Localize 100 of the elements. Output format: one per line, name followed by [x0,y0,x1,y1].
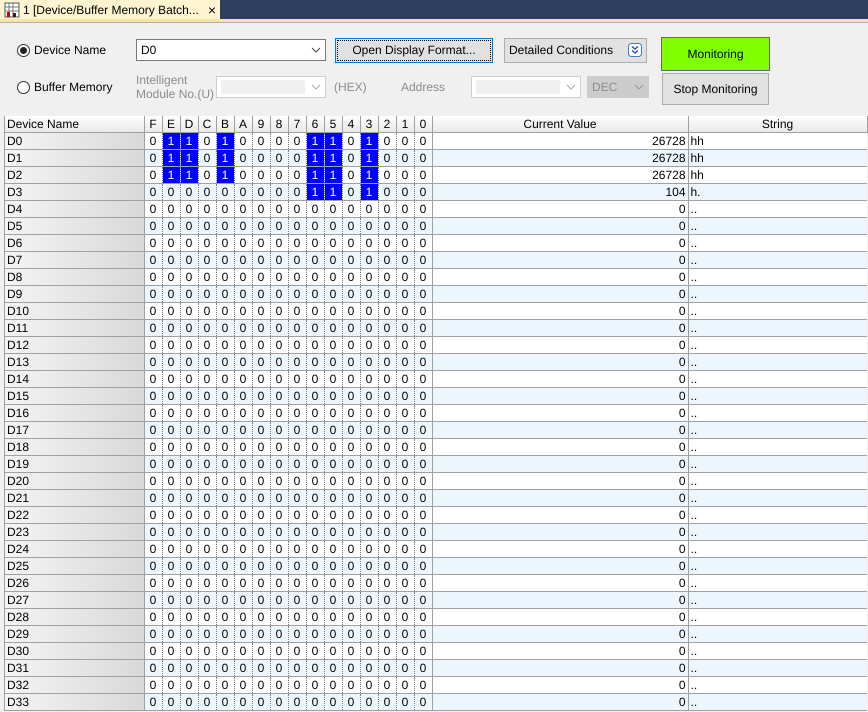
column-header: 5 [324,116,342,132]
bit-cell: 0 [252,506,270,524]
bit-cell: 0 [198,490,216,506]
string-cell: .. [688,438,867,456]
bit-cell: 0 [396,132,414,150]
bit-cell: 0 [324,370,342,388]
bit-cell: 0 [342,166,360,184]
bit-cell: 0 [414,132,432,150]
bit-cell: 0 [270,320,288,336]
string-cell: .. [688,252,867,268]
bit-cell: 0 [180,642,198,660]
bit-cell: 0 [324,422,342,438]
bit-cell: 0 [288,302,306,320]
close-button[interactable]: × [208,2,216,16]
bit-cell: 0 [162,218,180,234]
bit-cell: 0 [234,422,252,438]
device-name-cell: D0 [5,132,144,150]
bit-cell: 0 [270,608,288,626]
string-cell: .. [688,302,867,320]
bit-cell: 0 [414,608,432,626]
bit-cell: 0 [288,626,306,642]
bit-cell: 0 [396,456,414,472]
bit-cell: 0 [252,336,270,354]
bit-cell: 0 [306,234,324,252]
string-cell: hh [688,166,867,184]
bit-cell: 0 [162,540,180,558]
document-tab[interactable]: 1 [Device/Buffer Memory Batch... × [0,0,220,19]
bit-cell: 0 [342,676,360,694]
bit-cell: 0 [414,540,432,558]
bit-cell: 0 [306,218,324,234]
bit-cell: 0 [162,388,180,404]
bit-cell: 0 [252,404,270,422]
bit-cell: 0 [360,456,378,472]
bit-cell: 0 [288,472,306,490]
bit-cell: 0 [342,286,360,302]
string-cell: .. [688,320,867,336]
bit-cell: 0 [234,354,252,370]
bit-cell: 0 [270,286,288,302]
bit-cell: 0 [342,302,360,320]
column-header: 4 [342,116,360,132]
radio-label: Buffer Memory [34,80,112,94]
radio-button[interactable] [17,80,30,94]
bit-cell: 0 [360,472,378,490]
bit-cell: 0 [342,524,360,540]
bit-cell: 0 [306,694,324,710]
bit-cell: 0 [396,592,414,608]
bit-cell: 0 [288,642,306,660]
bit-cell: 0 [360,438,378,456]
device-name-cell: D25 [5,558,144,574]
bit-cell: 0 [396,388,414,404]
bit-cell: 0 [396,218,414,234]
bit-cell: 0 [342,540,360,558]
bit-cell: 0 [324,540,342,558]
bit-cell: 0 [162,354,180,370]
bit-cell: 0 [234,456,252,472]
bit-cell: 0 [216,456,234,472]
radio-button[interactable] [17,44,30,56]
column-header: 7 [288,116,306,132]
bit-cell: 0 [396,320,414,336]
bit-cell: 0 [216,574,234,592]
bit-cell: 0 [306,268,324,286]
bit-cell: 0 [234,438,252,456]
bit-cell: 0 [378,132,396,150]
bit-cell: 0 [234,608,252,626]
bit-cell: 0 [180,490,198,506]
bit-cell: 0 [180,200,198,218]
bit-cell: 0 [288,676,306,694]
stop-monitoring-button[interactable]: Stop Monitoring [662,73,769,105]
bit-cell: 0 [216,234,234,252]
bit-cell: 0 [252,218,270,234]
bit-cell: 0 [324,336,342,354]
device-name-cell: D26 [5,574,144,592]
bit-cell: 0 [324,200,342,218]
bit-cell: 0 [378,608,396,626]
bit-cell: 0 [234,404,252,422]
bit-cell: 0 [234,472,252,490]
bit-cell: 0 [414,694,432,710]
expand-icon [628,43,642,57]
bit-cell: 0 [216,660,234,676]
bit-cell: 0 [198,184,216,200]
bit-cell: 0 [342,592,360,608]
device-name-field[interactable]: D0 [136,39,326,61]
bit-cell: 0 [396,268,414,286]
bit-cell: 0 [162,252,180,268]
bit-cell: 0 [378,286,396,302]
bit-cell: 0 [360,506,378,524]
bit-cell: 0 [396,558,414,574]
bit-cell: 0 [306,404,324,422]
device-name-cell: D2 [5,166,144,184]
bit-cell: 0 [378,388,396,404]
bit-cell: 0 [324,268,342,286]
bit-cell: 0 [378,490,396,506]
detailed-conditions-toggle[interactable]: Detailed Conditions [504,38,647,62]
monitoring-button[interactable]: Monitoring [661,37,770,71]
open-display-format-button[interactable]: Open Display Format... [335,38,493,62]
bit-cell: 0 [252,456,270,472]
bit-cell: 0 [198,642,216,660]
bit-cell: 0 [414,388,432,404]
bit-cell: 0 [306,370,324,388]
bit-cell: 1 [180,132,198,150]
